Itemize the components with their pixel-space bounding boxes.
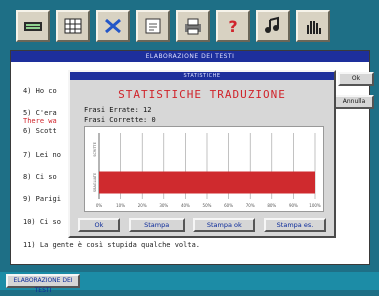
errate-label: Frasi Errate:	[84, 106, 139, 114]
grid-icon	[64, 18, 82, 34]
grid-button[interactable]	[56, 10, 90, 42]
bottom-bar: ELABORAZIONE DEI TESTI	[0, 272, 379, 294]
errate-row: Frasi Errate: 12	[84, 106, 151, 114]
ok-button[interactable]: Ok	[78, 218, 120, 232]
music-button[interactable]	[256, 10, 290, 42]
tick-label: 20%	[138, 203, 147, 208]
statistics-chart-svg: 0% 10% 20% 30% 40% 50% 60% 70% 80% 90% 100% SCRITTE…	[93, 133, 321, 208]
ok-side-button[interactable]: Ok	[338, 72, 374, 86]
document-button[interactable]	[136, 10, 170, 42]
keyboard-button[interactable]	[16, 10, 50, 42]
tick-label: 80%	[267, 203, 276, 208]
text-line: 9) Parigi	[23, 195, 61, 203]
tick-label: 40%	[181, 203, 190, 208]
text-line: 7) Lei no	[23, 151, 61, 159]
tools-button[interactable]	[96, 10, 130, 42]
text-line-translation: There wa	[23, 117, 57, 125]
corrette-row: Frasi Corrette: 0	[84, 116, 156, 124]
printer-button[interactable]	[176, 10, 210, 42]
corrette-value: 0	[151, 116, 156, 124]
help-icon: ?	[228, 17, 237, 36]
bottom-tag[interactable]: ELABORAZIONE DEI TESTI	[6, 274, 80, 294]
text-line: 8) Ci so	[23, 173, 57, 181]
keyboard-icon	[24, 22, 42, 31]
corrette-label: Frasi Corrette:	[84, 116, 148, 124]
text-window-title: ELABORAZIONE DEI TESTI	[11, 51, 369, 62]
music-icon	[265, 16, 279, 33]
errate-value: 12	[143, 106, 152, 114]
tick-label: 90%	[289, 203, 298, 208]
printer-icon	[185, 18, 201, 35]
stampa-es-button[interactable]: Stampa es.	[263, 218, 326, 232]
category-label: SBAGLIATE	[93, 173, 97, 192]
help-button[interactable]: ?	[216, 10, 250, 42]
toolbar: ?	[16, 6, 356, 46]
tick-label: 50%	[203, 203, 212, 208]
tick-label: 10%	[116, 203, 125, 208]
stampa-button[interactable]: Stampa	[128, 218, 185, 232]
tools-icon	[105, 18, 121, 34]
svg-text:?: ?	[228, 17, 237, 36]
tick-label: 70%	[246, 203, 255, 208]
tick-label: 100%	[309, 203, 321, 208]
dialog-title: STATISTICHE	[70, 72, 334, 80]
hand-button[interactable]	[296, 10, 330, 42]
tick-label: 0%	[96, 203, 103, 208]
category-label: SCRITTE	[93, 142, 97, 157]
statistics-chart: 0% 10% 20% 30% 40% 50% 60% 70% 80% 90% 100% SCRITTE…	[84, 126, 324, 212]
text-line: 4) Ho co	[23, 87, 57, 95]
document-icon	[145, 18, 161, 34]
text-line: 5) C'era	[23, 109, 57, 117]
bar	[99, 171, 315, 194]
text-line: 10) Ci so	[23, 218, 61, 226]
tick-label: 60%	[224, 203, 233, 208]
dialog-heading: STATISTICHE TRADUZIONE	[118, 88, 286, 101]
annulla-side-button[interactable]: Annulla	[334, 95, 374, 109]
dialog-buttons: Ok Stampa Stampa ok Stampa es.	[70, 218, 334, 232]
statistics-dialog: STATISTICHE STATISTICHE TRADUZIONE Frasi…	[68, 70, 336, 238]
text-line: 11) La gente è così stupida qualche volt…	[23, 241, 201, 249]
stampa-ok-button[interactable]: Stampa ok	[193, 218, 256, 232]
hand-icon	[307, 21, 321, 34]
tick-label: 30%	[159, 203, 168, 208]
text-line: 6) Scott	[23, 127, 57, 135]
